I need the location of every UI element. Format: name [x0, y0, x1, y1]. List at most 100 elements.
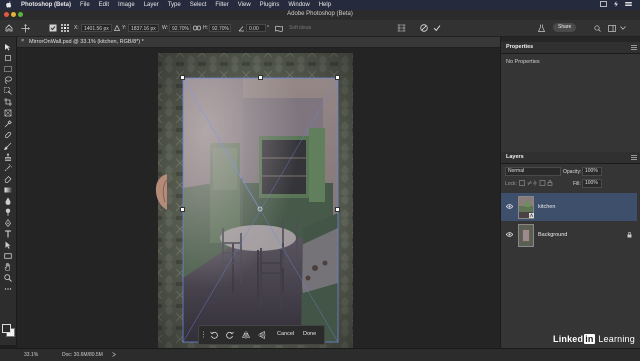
layers-panel: Normal Opacity: 100% Lock: Fill: 100% ki… [501, 164, 640, 348]
beaker-icon[interactable] [536, 23, 546, 33]
rotate-right-icon[interactable] [226, 331, 234, 341]
flash-icon[interactable] [613, 1, 619, 9]
fill-field[interactable]: 100% [582, 179, 602, 188]
transform-handle-top-left[interactable] [180, 75, 185, 80]
foreground-color-swatch[interactable] [2, 324, 11, 333]
move-tool-icon[interactable] [4, 43, 12, 51]
width-field[interactable]: 92.70% [169, 24, 191, 32]
frame-tool-icon[interactable] [4, 109, 12, 117]
drag-handle-icon[interactable] [202, 331, 205, 340]
menu-plugins[interactable]: Plugins [260, 2, 280, 8]
marquee-tool-icon[interactable] [4, 65, 12, 73]
menu-help[interactable]: Help [319, 2, 331, 8]
layers-panel-header[interactable]: Layers [501, 152, 640, 164]
rotate-left-icon[interactable] [210, 331, 218, 341]
layer-name-kitchen[interactable]: kitchen [538, 204, 555, 210]
menu-window[interactable]: Window [288, 2, 309, 8]
transform-handle-middle-left[interactable] [180, 207, 185, 212]
hand-tool-icon[interactable] [4, 263, 12, 271]
lock-icons[interactable] [519, 180, 553, 188]
commit-transform-icon[interactable] [432, 23, 442, 33]
crop-tool-icon[interactable] [4, 98, 12, 106]
status-menu-icon[interactable] [600, 1, 607, 9]
warp-icon[interactable] [396, 23, 406, 33]
lasso-tool-icon[interactable] [4, 76, 12, 84]
app-menu[interactable]: Photoshop (Beta) [21, 2, 71, 8]
menu-type[interactable]: Type [168, 2, 181, 8]
opacity-label: Opacity: [563, 169, 582, 175]
spot-healing-tool-icon[interactable] [4, 131, 12, 139]
home-icon[interactable] [4, 23, 14, 33]
status-chevron-icon[interactable] [112, 352, 117, 359]
dodge-tool-icon[interactable] [4, 208, 12, 216]
interpolation-placeholder[interactable]: Soft ideas [289, 25, 311, 31]
rectangle-tool-icon[interactable] [4, 252, 12, 260]
layers-tab[interactable]: Layers [506, 154, 524, 160]
watermark-learning: Learning [595, 334, 635, 344]
link-proportions-icon[interactable] [192, 23, 202, 33]
workspace-icon[interactable] [607, 23, 617, 33]
blur-tool-icon[interactable] [4, 197, 12, 205]
blend-mode-select[interactable]: Normal [505, 167, 561, 176]
document-tab[interactable]: × MirrorOnWall.psd @ 33.1% (kitchen, RGB… [17, 37, 500, 48]
chevron-down-icon[interactable] [618, 23, 628, 33]
rotation-angle-field[interactable]: 0.00 [246, 24, 266, 32]
transform-handle-middle-right[interactable] [335, 207, 340, 212]
eyedropper-tool-icon[interactable] [4, 120, 12, 128]
zoom-level[interactable]: 33.1% [24, 352, 38, 358]
pen-tool-icon[interactable] [4, 218, 12, 228]
layer-row-background[interactable]: Background [501, 221, 637, 249]
menu-edit[interactable]: Edit [99, 2, 109, 8]
menu-file[interactable]: File [80, 2, 90, 8]
transform-center-point[interactable] [257, 206, 263, 212]
layers-menu-icon[interactable] [631, 155, 637, 160]
move-tool-preset-icon[interactable] [20, 23, 30, 33]
menu-view[interactable]: View [238, 2, 251, 8]
menu-layer[interactable]: Layer [144, 2, 159, 8]
opacity-field[interactable]: 100% [582, 167, 602, 176]
visibility-eye-icon[interactable] [505, 203, 514, 210]
macos-menu-bar: Photoshop (Beta) File Edit Image Layer T… [0, 0, 640, 10]
menu-image[interactable]: Image [118, 2, 135, 8]
apple-icon[interactable] [6, 0, 12, 10]
doc-size-info[interactable]: Doc: 30.6M/80.5M [62, 352, 103, 358]
reference-point-grid-icon[interactable] [60, 23, 70, 33]
reference-point-toggle[interactable] [48, 23, 58, 33]
flip-vertical-icon[interactable] [258, 331, 266, 341]
control-center-icon[interactable] [625, 1, 632, 9]
artboard-tool-icon[interactable] [4, 54, 12, 62]
more-tools-icon[interactable] [4, 285, 12, 293]
x-position-field[interactable]: 1401.56 px [81, 24, 112, 32]
layer-row-kitchen[interactable]: kitchen [501, 193, 637, 221]
transform-handle-top-right[interactable] [335, 75, 340, 80]
object-selection-tool-icon[interactable] [4, 87, 12, 95]
path-selection-tool-icon[interactable] [4, 241, 12, 249]
eraser-tool-icon[interactable] [4, 175, 12, 183]
y-position-field[interactable]: 1837.16 px [128, 24, 159, 32]
type-tool-icon[interactable] [4, 230, 12, 238]
contextual-task-bar: Cancel Done [198, 325, 325, 345]
gradient-tool-icon[interactable] [4, 186, 12, 194]
height-field[interactable]: 92.70% [209, 24, 231, 32]
canvas-area[interactable]: Cancel Done [17, 48, 500, 348]
zoom-tool-icon[interactable] [4, 274, 12, 282]
menu-select[interactable]: Select [190, 2, 207, 8]
brush-tool-icon[interactable] [3, 142, 12, 150]
properties-panel-header[interactable]: Properties [501, 42, 640, 54]
cancel-transform-icon[interactable] [419, 23, 429, 33]
history-brush-tool-icon[interactable] [4, 162, 14, 172]
cancel-button[interactable]: Cancel [277, 331, 294, 337]
visibility-eye-icon[interactable] [505, 231, 514, 238]
transform-handle-top-middle[interactable] [258, 75, 263, 80]
share-button[interactable]: Share [553, 23, 577, 32]
warp-toggle-icon[interactable] [274, 23, 284, 33]
search-icon[interactable] [592, 23, 602, 33]
close-tab-icon[interactable]: × [21, 38, 24, 44]
done-button[interactable]: Done [303, 331, 316, 337]
layer-name-background[interactable]: Background [538, 232, 567, 238]
panel-menu-icon[interactable] [631, 45, 637, 50]
properties-tab[interactable]: Properties [506, 44, 533, 50]
clone-stamp-tool-icon[interactable] [4, 153, 12, 161]
flip-horizontal-icon[interactable] [242, 331, 250, 341]
menu-filter[interactable]: Filter [215, 2, 228, 8]
